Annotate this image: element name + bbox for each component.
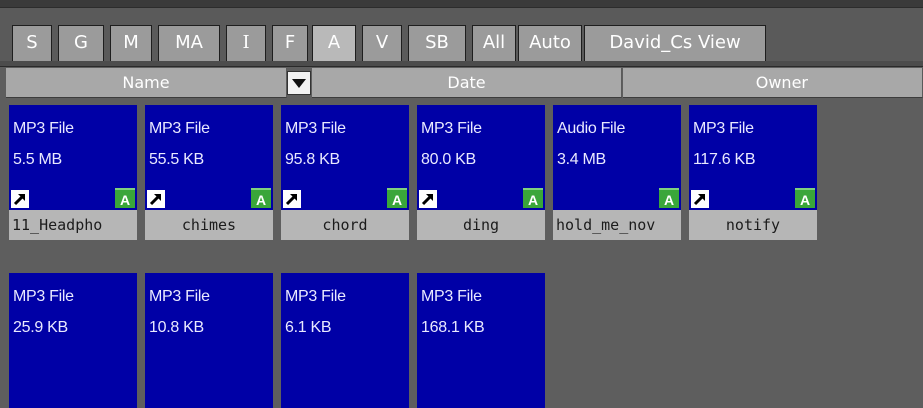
shortcut-arrow-icon	[11, 190, 29, 208]
file-name: notify	[689, 210, 817, 240]
file-size: 95.8 KB	[285, 151, 340, 168]
top-border	[0, 0, 923, 7]
audio-badge-icon: A	[387, 188, 407, 208]
file-size: 168.1 KB	[421, 319, 485, 336]
audio-badge-icon: A	[659, 188, 679, 208]
file-tile[interactable]: MP3 File 5.5 MB A 11_Headpho	[9, 105, 137, 240]
file-name: chord	[281, 210, 409, 240]
file-type: MP3 File	[693, 120, 754, 137]
file-tile[interactable]: MP3 File 168.1 KB	[417, 273, 545, 408]
file-name: ding	[417, 210, 545, 240]
file-name: 11_Headpho	[9, 210, 137, 240]
tab-all[interactable]: All	[472, 25, 516, 61]
chevron-down-icon	[292, 79, 306, 88]
tab-auto[interactable]: Auto	[518, 25, 582, 61]
file-size: 117.6 KB	[693, 151, 756, 168]
shortcut-arrow-icon	[419, 190, 437, 208]
file-type: MP3 File	[285, 288, 346, 305]
file-type: MP3 File	[421, 288, 482, 305]
file-type: MP3 File	[149, 288, 210, 305]
file-tile[interactable]: MP3 File 25.9 KB	[9, 273, 137, 408]
shortcut-arrow-icon	[147, 190, 165, 208]
tab-m[interactable]: M	[110, 25, 152, 61]
file-type: MP3 File	[285, 120, 346, 137]
file-type: MP3 File	[13, 288, 74, 305]
column-header-name[interactable]: Name	[6, 68, 287, 98]
column-header-date[interactable]: Date	[312, 68, 622, 98]
file-size: 80.0 KB	[421, 151, 476, 168]
file-tile[interactable]: MP3 File 6.1 KB	[281, 273, 409, 408]
shortcut-arrow-icon	[283, 190, 301, 208]
tab-g[interactable]: G	[58, 25, 104, 61]
tab-i[interactable]: I	[226, 25, 266, 61]
tab-s[interactable]: S	[12, 25, 52, 61]
audio-badge-icon: A	[251, 188, 271, 208]
file-tile[interactable]: MP3 File 95.8 KB A chord	[281, 105, 409, 240]
file-tile[interactable]: Audio File 3.4 MB A hold_me_nov	[553, 105, 681, 240]
tab-ma[interactable]: MA	[158, 25, 220, 61]
file-size: 10.8 KB	[149, 319, 204, 336]
file-type: MP3 File	[421, 120, 482, 137]
tab-a[interactable]: A	[312, 25, 356, 61]
column-header-owner[interactable]: Owner	[623, 68, 923, 98]
file-size: 3.4 MB	[557, 151, 606, 168]
audio-badge-icon: A	[795, 188, 815, 208]
sort-dropdown-button[interactable]	[287, 71, 311, 95]
tab-bar-underline	[0, 61, 923, 67]
file-name: chimes	[145, 210, 273, 240]
file-type: MP3 File	[13, 120, 74, 137]
shortcut-arrow-icon	[691, 190, 709, 208]
file-tile[interactable]: MP3 File 55.5 KB A chimes	[145, 105, 273, 240]
file-tile[interactable]: MP3 File 117.6 KB A notify	[689, 105, 817, 240]
tab-v[interactable]: V	[362, 25, 402, 61]
tab-bar: S G M MA I F A V SB All Auto David_Cs Vi…	[0, 7, 923, 62]
tab-sb[interactable]: SB	[408, 25, 466, 61]
audio-badge-icon: A	[523, 188, 543, 208]
tab-david-cs-view[interactable]: David_Cs View	[584, 25, 766, 61]
file-grid: MP3 File 5.5 MB A 11_Headpho MP3 File 55…	[0, 98, 923, 408]
audio-badge-icon: A	[115, 188, 135, 208]
file-tile[interactable]: MP3 File 80.0 KB A ding	[417, 105, 545, 240]
tab-f[interactable]: F	[272, 25, 308, 61]
file-name: hold_me_nov	[553, 210, 681, 240]
file-size: 6.1 KB	[285, 319, 332, 336]
file-size: 55.5 KB	[149, 151, 204, 168]
file-size: 5.5 MB	[13, 151, 62, 168]
file-type: MP3 File	[149, 120, 210, 137]
file-size: 25.9 KB	[13, 319, 68, 336]
file-tile[interactable]: MP3 File 10.8 KB	[145, 273, 273, 408]
file-type: Audio File	[557, 120, 626, 137]
